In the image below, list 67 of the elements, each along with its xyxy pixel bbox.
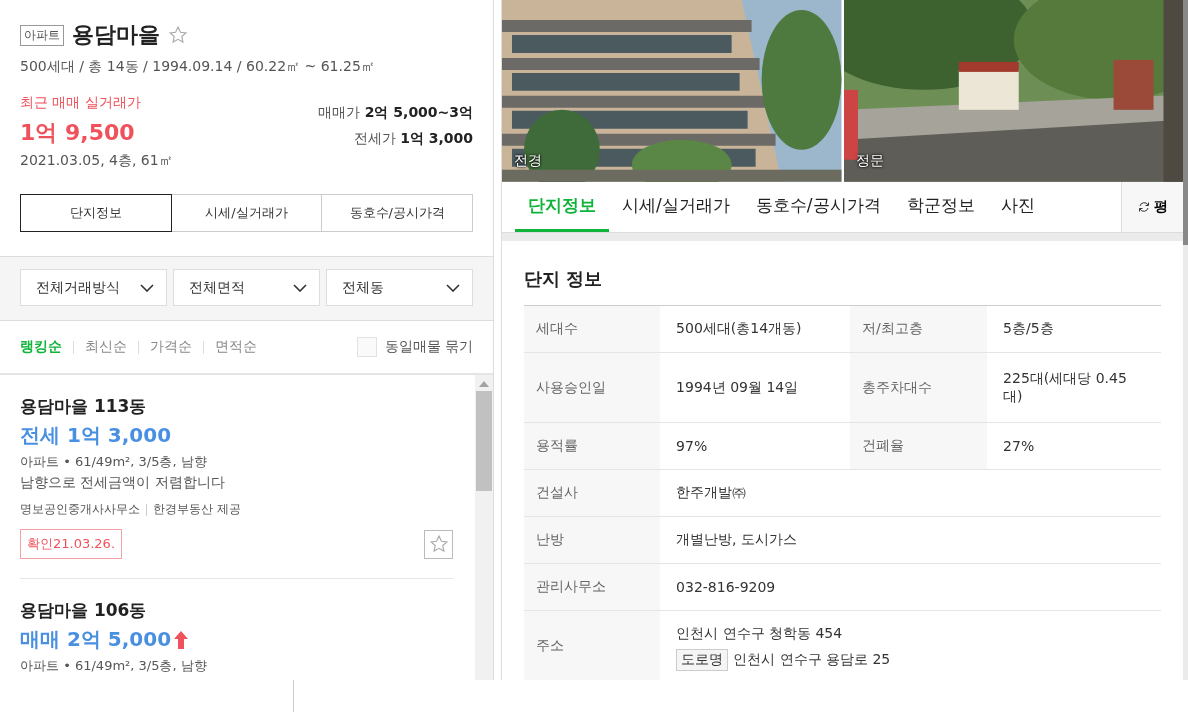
filter-dropdown[interactable]: 전체면적 bbox=[173, 269, 321, 306]
listing-spec: 아파트 • 61/49m², 3/5층, 남향 bbox=[20, 453, 208, 471]
refresh-icon bbox=[1137, 200, 1150, 213]
sort-option[interactable]: 면적순 bbox=[215, 338, 257, 356]
agency-name: 명보공인중개사사무소 bbox=[20, 501, 140, 518]
table-label: 건설사 bbox=[524, 470, 661, 516]
favorite-button[interactable] bbox=[424, 529, 454, 559]
star-icon bbox=[428, 534, 449, 554]
table-cell-text: 개별난방, 도시가스 bbox=[675, 530, 798, 549]
table-label: 주소 bbox=[524, 611, 661, 680]
scrollbar[interactable] bbox=[475, 375, 494, 680]
filter-dropdown[interactable]: 전체거래방식 bbox=[20, 269, 168, 306]
sort-option[interactable]: 최신순 bbox=[85, 338, 127, 356]
complex-summary: 500세대 / 총 14동 / 1994.09.14 / 60.22㎡ ~ 61.25㎡ bbox=[20, 58, 376, 76]
table-label: 난방 bbox=[524, 517, 661, 563]
table-label: 용적률 bbox=[524, 423, 661, 469]
table-label: 세대수 bbox=[524, 306, 661, 352]
table-cell-text: 1994년 09월 14일 bbox=[675, 377, 800, 397]
sort-option[interactable]: 가격순 bbox=[150, 338, 192, 356]
unit-toggle-button[interactable]: 평 bbox=[1121, 181, 1183, 232]
tab[interactable]: 학군정보 bbox=[893, 181, 988, 232]
provider-name: 한경부동산 제공 bbox=[153, 501, 241, 518]
table-cell-text: 27% bbox=[1002, 437, 1036, 456]
listing-title[interactable]: 용담마을 113동 bbox=[20, 395, 454, 418]
road-name-badge: 도로명 bbox=[676, 648, 729, 671]
table-label: 저/최고층 bbox=[850, 306, 988, 352]
recent-trade-price: 1억 9,500 bbox=[20, 119, 136, 147]
table-label: 사용승인일 bbox=[524, 353, 661, 422]
table-cell-text: 97% bbox=[675, 437, 709, 456]
table-cell-text: 한주개발㈜ bbox=[675, 483, 748, 502]
tab[interactable]: 시세/실거래가 bbox=[609, 181, 743, 232]
tab[interactable]: 사진 bbox=[987, 181, 1048, 232]
recent-trade-detail: 2021.03.05, 4층, 61㎡ bbox=[20, 152, 173, 170]
table-label: 총주차대수 bbox=[850, 353, 988, 422]
chevron-down-icon bbox=[140, 283, 155, 292]
checkbox-label: 동일매물 묶기 bbox=[384, 338, 474, 356]
listing-title[interactable]: 용담마을 106동 bbox=[20, 599, 454, 622]
tab[interactable]: 시세/실거래가 bbox=[171, 194, 323, 232]
listing-price: 전세 1억 3,000 bbox=[20, 422, 172, 449]
table-cell-text: 225대(세대당 0.45대) bbox=[1002, 368, 1128, 406]
tab[interactable]: 동호수/공시가격 bbox=[322, 194, 474, 232]
asking-price: 매매가 2억 5,000~3억 bbox=[318, 104, 474, 122]
lot-address: 인천시 연수구 청학동 454 bbox=[676, 624, 843, 643]
scroll-up-icon[interactable] bbox=[479, 381, 490, 387]
confirmed-date-badge: 확인21.03.26. bbox=[20, 529, 123, 559]
type-badge: 아파트 bbox=[20, 24, 64, 46]
table-label: 건폐율 bbox=[850, 423, 988, 469]
tab[interactable]: 단지정보 bbox=[20, 194, 172, 232]
filter-dropdown[interactable]: 전체동 bbox=[326, 269, 474, 306]
listing-price: 매매 2억 5,000 bbox=[20, 626, 172, 653]
table-cell-text: 500세대(총14개동) bbox=[675, 319, 803, 338]
recent-trade-label: 최근 매매 실거래가 bbox=[20, 94, 142, 112]
road-address: 인천시 연수구 용담로 25 bbox=[733, 650, 891, 669]
table-cell-text: 5층/5층 bbox=[1002, 319, 1055, 338]
chevron-down-icon bbox=[293, 283, 308, 292]
table-cell-text: 032-816-9209 bbox=[675, 578, 777, 597]
asking-price: 전세가 1억 3,000 bbox=[353, 130, 474, 148]
chevron-down-icon bbox=[446, 283, 461, 292]
table-label: 관리사무소 bbox=[524, 564, 661, 610]
section-title: 단지 정보 bbox=[524, 267, 604, 291]
photo-caption: 정문 bbox=[855, 151, 884, 170]
checkbox[interactable] bbox=[356, 337, 377, 357]
listing-description: 남향으로 전세금액이 저렴합니다 bbox=[20, 474, 226, 492]
photo-caption: 전경 bbox=[514, 151, 543, 170]
complex-name: 용담마을 bbox=[72, 21, 160, 49]
tab[interactable]: 동호수/공시가격 bbox=[742, 181, 894, 232]
listing-spec: 아파트 • 61/49m², 3/5층, 남향 bbox=[20, 657, 208, 675]
